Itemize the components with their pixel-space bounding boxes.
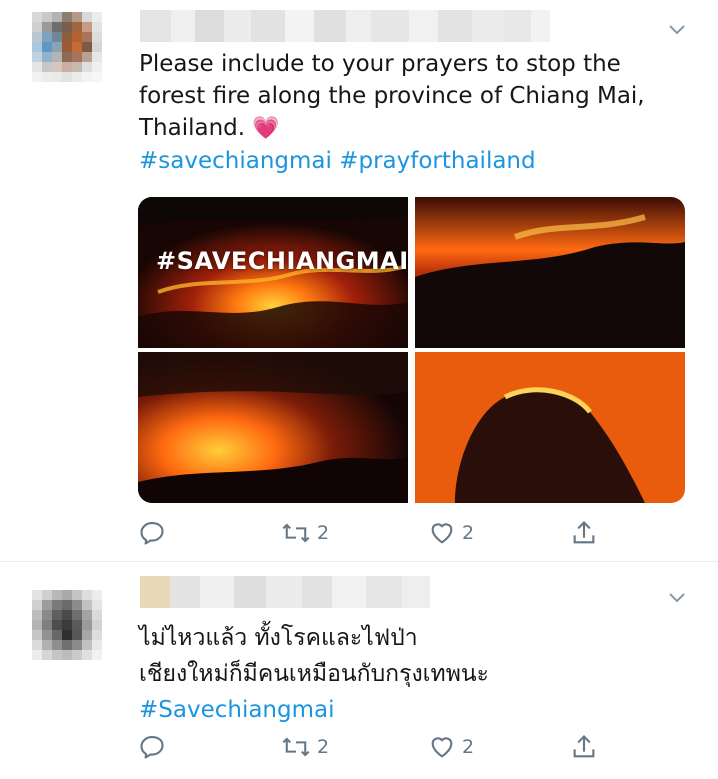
hashtag-link[interactable]: #Savechiangmai: [139, 697, 335, 723]
media-image-3[interactable]: [138, 352, 408, 503]
tweet-actions: 2 2: [138, 516, 608, 550]
tweet-text-line: เชียงใหม่ก็มีคนเหมือนกับกรุงเทพนะ: [139, 661, 489, 687]
retweet-count: 2: [317, 522, 330, 544]
tweet-text: Please include to your prayers to stop t…: [139, 48, 678, 177]
share-button[interactable]: [570, 730, 598, 764]
reply-icon: [140, 522, 164, 545]
chevron-down-icon[interactable]: [668, 592, 686, 604]
like-count: 2: [462, 736, 475, 758]
media-grid[interactable]: #SAVECHIANGMAI: [138, 197, 685, 503]
tweet-text-line: Thailand.: [139, 115, 246, 141]
like-button[interactable]: 2: [428, 730, 474, 764]
tweet-text-line: forest fire along the province of Chiang…: [139, 83, 645, 109]
tweet[interactable]: Please include to your prayers to stop t…: [0, 0, 718, 562]
media-image-4[interactable]: [415, 352, 685, 503]
tweet-text-line: Please include to your prayers to stop t…: [139, 51, 621, 77]
avatar[interactable]: [32, 590, 102, 662]
reply-button[interactable]: [138, 516, 166, 550]
share-icon: [573, 735, 595, 758]
share-icon: [573, 521, 595, 544]
heart-emoji: 💗: [252, 116, 280, 141]
hashtags: #savechiangmai #prayforthailand: [139, 148, 536, 174]
retweet-icon: [282, 737, 310, 757]
tweet-text-line: ไม่ไหวแล้ว ทั้งโรคและไฟป่า: [139, 625, 418, 651]
retweet-button[interactable]: 2: [281, 516, 329, 550]
avatar[interactable]: [32, 12, 102, 84]
hashtags: #Savechiangmai: [139, 697, 335, 723]
hashtag-link[interactable]: #prayforthailand: [339, 148, 535, 174]
media-image-2[interactable]: [415, 197, 685, 348]
media-image-1[interactable]: #SAVECHIANGMAI: [138, 197, 408, 348]
blurred-user-name[interactable]: [140, 10, 551, 42]
heart-icon: [431, 737, 453, 758]
hashtag-link[interactable]: #savechiangmai: [139, 148, 332, 174]
media-overlay-text: #SAVECHIANGMAI: [156, 247, 408, 275]
reply-icon: [140, 736, 164, 759]
tweet[interactable]: ไม่ไหวแล้ว ทั้งโรคและไฟป่า เชียงใหม่ก็มี…: [0, 562, 718, 779]
tweet-text: ไม่ไหวแล้ว ทั้งโรคและไฟป่า เชียงใหม่ก็มี…: [139, 620, 678, 728]
like-count: 2: [462, 522, 475, 544]
retweet-button[interactable]: 2: [281, 730, 329, 764]
share-button[interactable]: [570, 516, 598, 550]
tweet-actions: 2 2: [138, 730, 608, 764]
retweet-count: 2: [317, 736, 330, 758]
blurred-user-name[interactable]: [140, 576, 430, 608]
retweet-icon: [282, 523, 310, 543]
heart-icon: [431, 523, 453, 544]
like-button[interactable]: 2: [428, 516, 474, 550]
reply-button[interactable]: [138, 730, 166, 764]
chevron-down-icon[interactable]: [668, 24, 686, 36]
